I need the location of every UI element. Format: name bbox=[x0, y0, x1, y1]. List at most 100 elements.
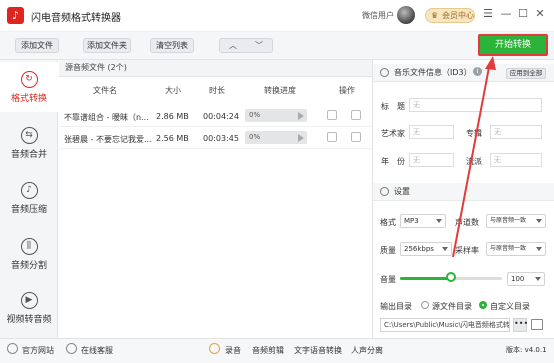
channel-select[interactable]: 与原音频一致 bbox=[486, 214, 546, 228]
custom-dir-radio[interactable] bbox=[479, 301, 487, 309]
crown-icon: ♛ bbox=[431, 11, 439, 20]
file-duration: 00:04:24 bbox=[203, 112, 239, 121]
file-name: 张碧晨 - 不要忘记我爱... bbox=[64, 135, 152, 144]
browse-button[interactable]: ••• bbox=[513, 318, 528, 332]
progress-bar: 0% bbox=[245, 131, 307, 144]
file-list-columns: 文件名 大小 时长 转换进度 操作 bbox=[59, 85, 372, 103]
refresh-icon: ↻ bbox=[20, 71, 38, 88]
minimize-icon[interactable]: — bbox=[499, 7, 513, 20]
output-label: 输出目录 bbox=[380, 302, 412, 311]
table-row[interactable]: 不靠谱组合 - 暧昧（n... 2.86 MB 00:04:24 0% bbox=[59, 105, 372, 127]
folder-icon[interactable] bbox=[531, 319, 543, 330]
merge-icon: ⇆ bbox=[20, 127, 38, 144]
output-path-field[interactable]: C:\Users\Public\Music\闪电音频格式转换 bbox=[380, 318, 510, 332]
file-size: 2.56 MB bbox=[156, 134, 189, 143]
volume-label: 音量 bbox=[380, 275, 396, 284]
official-website-link[interactable]: 官方网站 bbox=[22, 345, 54, 356]
artist-label: 艺术家 bbox=[381, 129, 405, 138]
genre-field[interactable]: 无 bbox=[490, 153, 542, 167]
file-size: 2.86 MB bbox=[156, 112, 189, 121]
reorder-group: ︿ ﹀ bbox=[219, 38, 273, 53]
record-link[interactable]: 录音 bbox=[225, 345, 241, 356]
artist-field[interactable]: 无 bbox=[409, 125, 454, 139]
sidebar-item-label: 音频压缩 bbox=[10, 205, 47, 215]
add-file-button[interactable]: 添加文件 bbox=[15, 38, 59, 53]
file-list-header: 源音频文件 (2个) bbox=[59, 60, 372, 77]
album-field[interactable]: 无 bbox=[490, 125, 542, 139]
gear-icon bbox=[380, 187, 389, 196]
maximize-icon[interactable]: ☐ bbox=[516, 7, 530, 20]
sidebar-item-format-convert[interactable]: ↻ 格式转换 bbox=[0, 62, 58, 112]
trash-icon[interactable] bbox=[351, 132, 361, 142]
avatar[interactable] bbox=[397, 6, 415, 24]
tts-link[interactable]: 文字语音转换 bbox=[294, 345, 342, 356]
samplerate-select[interactable]: 与原音频一致 bbox=[486, 242, 546, 256]
samplerate-label: 采样率 bbox=[455, 246, 479, 255]
clear-list-button[interactable]: 清空列表 bbox=[150, 38, 194, 53]
play-icon[interactable] bbox=[298, 112, 304, 120]
progress-text: 0% bbox=[249, 133, 261, 141]
version-label: 版本: v4.0.1 bbox=[506, 346, 547, 354]
sidebar-item-label: 音频合并 bbox=[10, 150, 47, 160]
vip-label: 会员中心 bbox=[442, 11, 474, 20]
quality-select[interactable]: 256kbps bbox=[400, 242, 452, 256]
table-row[interactable]: 张碧晨 - 不要忘记我爱... 2.56 MB 00:03:45 0% bbox=[59, 127, 372, 149]
move-down-icon[interactable]: ﹀ bbox=[246, 39, 272, 52]
chevron-down-icon bbox=[442, 247, 448, 251]
user-name[interactable]: 微信用户 bbox=[362, 10, 394, 21]
online-support-link[interactable]: 在线客服 bbox=[81, 345, 113, 356]
help-icon[interactable]: i bbox=[473, 67, 482, 76]
audio-edit-link[interactable]: 音频剪辑 bbox=[252, 345, 284, 356]
play-icon[interactable] bbox=[298, 134, 304, 142]
file-name: 不靠谱组合 - 暧昧（n... bbox=[64, 113, 149, 122]
headset-icon bbox=[66, 343, 77, 354]
progress-bar: 0% bbox=[245, 109, 307, 122]
title-field[interactable]: 无 bbox=[409, 98, 542, 112]
custom-dir-label[interactable]: 自定义目录 bbox=[490, 301, 530, 312]
close-icon[interactable]: ✕ bbox=[533, 7, 547, 20]
col-progress: 转换进度 bbox=[264, 86, 296, 95]
sidebar-item-label: 音频分割 bbox=[10, 261, 47, 271]
vocal-separate-link[interactable]: 人声分离 bbox=[351, 345, 383, 356]
volume-fill bbox=[400, 277, 451, 280]
chevron-down-icon bbox=[436, 219, 442, 223]
channel-label: 声道数 bbox=[455, 218, 479, 227]
col-name: 文件名 bbox=[93, 86, 117, 95]
sidebar-item-audio-split[interactable]: ⫼ 音频分割 bbox=[0, 229, 58, 279]
quality-label: 质量 bbox=[380, 246, 396, 255]
album-label: 专辑 bbox=[466, 129, 482, 138]
video-icon: ▶ bbox=[20, 292, 38, 309]
volume-knob[interactable] bbox=[446, 272, 456, 282]
trash-icon[interactable] bbox=[351, 110, 361, 120]
chevron-down-icon bbox=[536, 219, 542, 223]
music-info-icon bbox=[380, 68, 389, 77]
app-title: 闪电音频格式转换器 bbox=[31, 13, 121, 24]
format-label: 格式 bbox=[380, 218, 396, 227]
edit-icon[interactable] bbox=[327, 110, 337, 120]
chevron-down-icon bbox=[536, 247, 542, 251]
start-convert-button[interactable]: 开始转换 bbox=[478, 34, 548, 56]
source-dir-radio[interactable] bbox=[421, 301, 429, 309]
settings-section-header: 设置 bbox=[373, 183, 554, 201]
file-duration: 00:03:45 bbox=[203, 134, 239, 143]
progress-text: 0% bbox=[249, 111, 261, 119]
record-icon bbox=[209, 343, 220, 354]
chevron-down-icon bbox=[535, 277, 541, 281]
sidebar-item-audio-merge[interactable]: ⇆ 音频合并 bbox=[0, 118, 58, 168]
vip-center-button[interactable]: ♛ 会员中心 bbox=[425, 8, 475, 23]
add-folder-button[interactable]: 添加文件夹 bbox=[83, 38, 131, 53]
menu-icon[interactable]: ☰ bbox=[481, 7, 495, 20]
year-field[interactable]: 无 bbox=[409, 153, 454, 167]
home-icon bbox=[7, 343, 18, 354]
format-select[interactable]: MP3 bbox=[400, 214, 446, 228]
edit-icon[interactable] bbox=[327, 132, 337, 142]
sidebar-item-audio-compress[interactable]: ♪ 音频压缩 bbox=[0, 173, 58, 223]
apply-all-button[interactable]: 应用到全部 bbox=[506, 68, 546, 79]
move-up-icon[interactable]: ︿ bbox=[220, 39, 246, 52]
volume-input[interactable]: 100 bbox=[507, 272, 545, 286]
sidebar-item-video-to-audio[interactable]: ▶ 视频转音频 bbox=[0, 283, 58, 333]
app-logo-icon: ♪ bbox=[7, 7, 24, 24]
source-dir-label[interactable]: 源文件目录 bbox=[432, 301, 472, 312]
year-label: 年 份 bbox=[381, 157, 405, 166]
split-icon: ⫼ bbox=[20, 238, 38, 255]
